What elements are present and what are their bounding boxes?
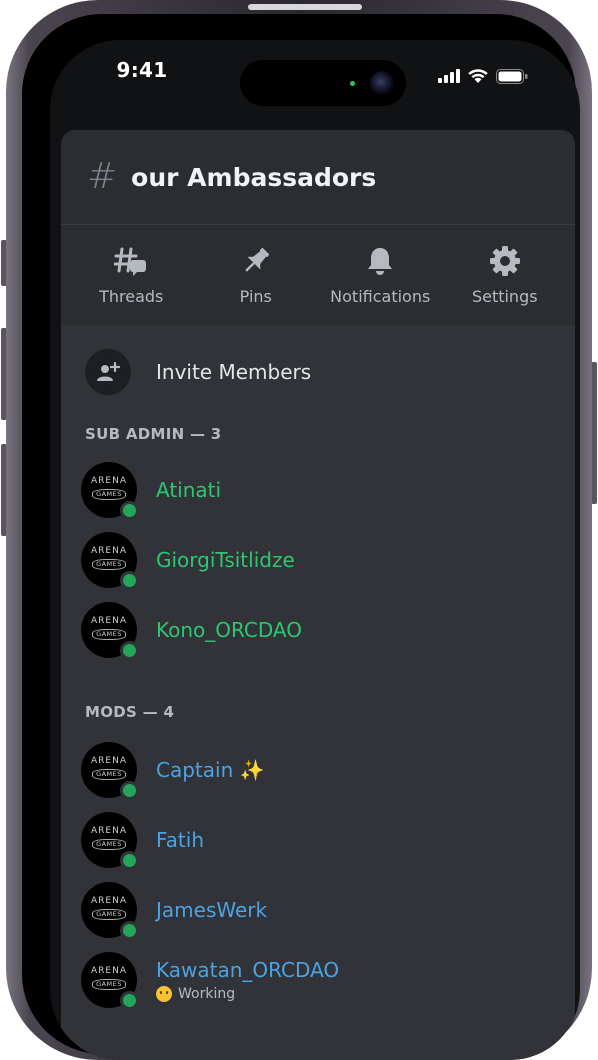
camera-icon [370,71,394,95]
avatar: ARENA GAMES [81,532,139,590]
arena-games-logo: ARENA GAMES [91,896,127,920]
member-row[interactable]: ARENA GAMES Kono_ORCDAO [61,595,575,665]
member-name: GiorgiTsitlidze [156,548,295,572]
online-status-dot [120,921,139,940]
custom-status-text: Working [178,986,236,1002]
member-row[interactable]: ARENA GAMES Atinati [61,455,575,525]
member-name: Fatih [156,828,204,852]
member-name: JamesWerk [156,898,268,922]
gear-icon [489,245,520,276]
member-row[interactable]: ARENA GAMES GiorgiTsitlidze [61,525,575,595]
arena-games-logo: ARENA GAMES [91,826,127,850]
custom-status: Working [156,986,339,1002]
arena-games-logo: ARENA GAMES [91,616,127,640]
avatar: ARENA GAMES [81,602,139,660]
member-row[interactable]: ARENA GAMES Captain ✨ [61,735,575,805]
avatar: ARENA GAMES [81,462,139,520]
online-status-dot [120,781,139,800]
add-user-icon [85,349,131,395]
invite-members-label: Invite Members [156,360,312,384]
hash-icon: # [87,156,118,197]
phone-screen: 9:41 # our Ambassadors Threads Pins Noti… [50,40,580,1060]
avatar: ARENA GAMES [81,812,139,870]
settings-button[interactable]: Settings [450,245,560,306]
status-bar-time: 9:41 [116,58,168,82]
phone-bezel: 9:41 # our Ambassadors Threads Pins Noti… [22,14,580,1060]
battery-icon [496,68,528,84]
phone-frame: 9:41 # our Ambassadors Threads Pins Noti… [6,0,592,1060]
online-status-dot [120,991,139,1010]
notifications-label: Notifications [330,286,431,306]
privacy-indicator-dot [350,81,355,86]
signal-icon [438,69,460,83]
threads-label: Threads [99,286,164,306]
arena-games-logo: ARENA GAMES [91,476,127,500]
member-info: Kawatan_ORCDAO Working [156,958,339,1002]
channel-title: our Ambassadors [131,162,377,192]
dynamic-island [240,60,406,106]
channel-sheet: # our Ambassadors Threads Pins Notificat… [61,130,575,1060]
pins-button[interactable]: Pins [201,245,311,306]
avatar: ARENA GAMES [81,952,139,1010]
online-status-dot [120,641,139,660]
smile-emoji-icon [156,986,172,1002]
avatar: ARENA GAMES [81,882,139,940]
pin-icon [245,247,269,272]
section-header-sub-admin: SUB ADMIN — 3 [85,425,222,443]
invite-members-row[interactable]: Invite Members [61,325,575,419]
member-name: Atinati [156,478,222,502]
member-name: Kawatan_ORCDAO [156,958,340,982]
arena-games-logo: ARENA GAMES [91,546,127,570]
threads-icon [114,247,147,276]
channel-actions: Threads Pins Notifications Settings [61,225,575,325]
member-row[interactable]: ARENA GAMES Fatih [61,805,575,875]
member-row[interactable]: ARENA GAMES Kawatan_ORCDAO Working [61,945,575,1015]
arena-games-logo: ARENA GAMES [91,756,127,780]
member-name: Captain ✨ [156,758,265,782]
frame-top-notch-line [248,4,362,10]
online-status-dot [120,851,139,870]
threads-button[interactable]: Threads [76,245,186,306]
settings-label: Settings [471,286,538,306]
avatar: ARENA GAMES [81,742,139,800]
online-status-dot [120,571,139,590]
member-name: Kono_ORCDAO [156,618,302,642]
section-header-mods: MODS — 4 [85,703,175,721]
arena-games-logo: ARENA GAMES [91,966,127,990]
channel-header: # our Ambassadors [61,130,575,225]
wifi-icon [468,69,488,83]
notifications-button[interactable]: Notifications [325,245,435,306]
status-icons [438,68,528,84]
bell-icon [368,247,393,275]
online-status-dot [120,501,139,520]
pins-label: Pins [239,286,272,306]
member-row[interactable]: ARENA GAMES JamesWerk [61,875,575,945]
